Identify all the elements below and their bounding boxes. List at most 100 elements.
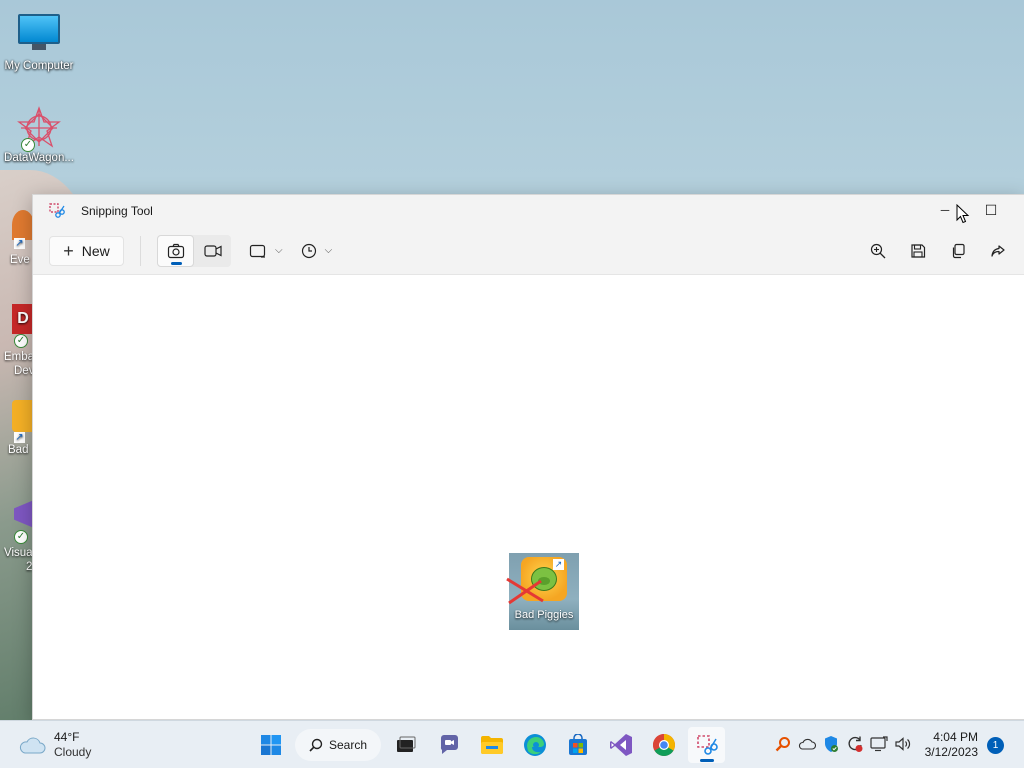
weather-widget[interactable]: 44°F Cloudy (18, 730, 91, 760)
search-tool-tray-button[interactable] (774, 733, 792, 755)
store-icon (568, 734, 587, 755)
taskbar-apps: Search (252, 727, 725, 763)
folder-icon (480, 736, 503, 754)
desktop-icon-partial-eve[interactable]: ↗ Eve (0, 210, 34, 266)
desktop-icon-partial-embarcadero[interactable]: D ✓ Emba Dev (0, 304, 34, 378)
chevron-down-icon: ⌵ (275, 245, 283, 256)
taskbar: 44°F Cloudy Search 4:04 PM 3/12/2023 1 (0, 720, 1024, 768)
file-explorer-button[interactable] (473, 727, 510, 763)
mouse-cursor-icon (956, 204, 970, 224)
toolbar: + New ⌵ ⌵ (33, 227, 1024, 275)
taskbar-clock[interactable]: 4:04 PM 3/12/2023 (925, 730, 978, 760)
desktop-icon-label: DataWagon... (4, 152, 74, 164)
refresh-alert-icon (848, 736, 863, 752)
sync-check-icon: ✓ (14, 530, 28, 544)
snipping-tool-window: Snipping Tool ─ ☐ + New ⌵ ⌵ ↗ Bad Piggie… (32, 194, 1024, 720)
record-mode-button[interactable] (194, 235, 231, 267)
computer-icon (17, 14, 61, 58)
bad-piggies-thumbnail: ↗ Bad Piggies (506, 553, 579, 630)
shortcut-arrow-icon: ↗ (553, 559, 564, 570)
maximize-button[interactable]: ☐ (968, 195, 1014, 225)
start-button[interactable] (252, 727, 289, 763)
edge-icon (523, 734, 546, 756)
desktop-icon-my-computer[interactable]: My Computer (1, 10, 77, 72)
right-toolbar (862, 235, 1014, 267)
visual-studio-icon (609, 734, 632, 756)
copy-button[interactable] (942, 235, 974, 267)
task-view-icon (396, 736, 415, 752)
shortcut-arrow-icon: ↗ (14, 238, 25, 249)
snipping-tool-icon (696, 735, 718, 755)
snipping-tool-app-icon (49, 203, 65, 219)
clock-date: 3/12/2023 (924, 745, 978, 759)
clock-time: 4:04 PM (933, 730, 978, 744)
desktop-icon-label: Eve (10, 254, 30, 266)
onedrive-cloud-icon (798, 738, 816, 750)
chat-icon (440, 735, 458, 754)
task-view-button[interactable] (387, 727, 424, 763)
weather-condition: Cloudy (54, 745, 92, 759)
toolbar-divider (140, 235, 141, 266)
app-icon (12, 400, 34, 432)
network-monitor-icon (870, 736, 888, 752)
snip-delay-dropdown[interactable]: ⌵ (301, 235, 333, 267)
app-icon: D (12, 304, 34, 334)
save-icon (911, 244, 926, 258)
desktop-icon-label: Visua (4, 547, 33, 559)
cloud-icon (19, 737, 46, 754)
maximize-icon: ☐ (984, 201, 998, 218)
snip-canvas: ↗ Bad Piggies (33, 275, 1024, 719)
microsoft-store-button[interactable] (559, 727, 596, 763)
taskbar-search-button[interactable]: Search (295, 729, 381, 761)
desktop-icon-label: My Computer (4, 60, 74, 72)
update-tray-button[interactable] (846, 733, 864, 755)
video-camera-icon (203, 244, 222, 257)
teams-chat-button[interactable] (430, 727, 467, 763)
camera-icon (167, 243, 184, 258)
search-icon (309, 738, 323, 752)
title-bar[interactable]: Snipping Tool ─ ☐ (33, 195, 1024, 227)
magnifier-orange-icon (775, 737, 790, 752)
new-snip-button[interactable]: + New (49, 235, 124, 266)
security-tray-button[interactable] (822, 733, 840, 755)
desktop-icon-datawagon[interactable]: ✓ DataWagon... (1, 106, 77, 164)
desktop-icon-label: Dev (14, 365, 35, 377)
shortcut-arrow-icon: ↗ (14, 432, 25, 443)
minimize-icon: ─ (940, 203, 950, 217)
network-tray-button[interactable] (870, 733, 888, 755)
snip-mode-button[interactable] (157, 234, 194, 267)
chrome-icon (652, 734, 675, 756)
desktop-icon-partial-bad-piggies[interactable]: ↗ Bad (0, 400, 34, 456)
volume-tray-button[interactable] (894, 733, 912, 755)
thumbnail-label: Bad Piggies (514, 609, 574, 621)
share-button[interactable] (982, 235, 1014, 267)
zoom-button[interactable] (862, 235, 894, 267)
speaker-icon (895, 737, 911, 751)
snipping-tool-taskbar-button[interactable] (688, 727, 725, 763)
copy-icon (952, 243, 965, 259)
search-label: Search (328, 738, 368, 752)
snip-shape-dropdown[interactable]: ⌵ (249, 235, 283, 267)
app-icon (12, 210, 34, 240)
windows-logo-icon (260, 735, 281, 755)
desktop-icon-label: Bad (8, 444, 29, 456)
notification-badge[interactable]: 1 (987, 737, 1004, 754)
chevron-down-icon: ⌵ (324, 245, 333, 256)
desktop-icon-label: Emba (4, 351, 35, 363)
weather-temperature: 44°F (54, 730, 80, 744)
edge-browser-button[interactable] (516, 727, 553, 763)
desktop-icon-partial-visual-studio[interactable]: ✓ Visua 2 (0, 500, 34, 574)
visual-studio-button[interactable] (602, 727, 639, 763)
shield-icon (825, 736, 838, 752)
red-cross-icon (506, 577, 544, 605)
save-button[interactable] (902, 235, 934, 267)
app-icon (14, 500, 34, 528)
onedrive-tray-button[interactable] (798, 733, 816, 755)
clock-icon (301, 243, 316, 258)
chrome-browser-button[interactable] (645, 727, 682, 763)
sync-check-icon: ✓ (14, 334, 28, 348)
sync-check-icon: ✓ (21, 138, 35, 152)
capture-mode-toggle (157, 234, 231, 267)
zoom-in-icon (870, 243, 886, 259)
rectangle-snip-icon (249, 244, 266, 258)
